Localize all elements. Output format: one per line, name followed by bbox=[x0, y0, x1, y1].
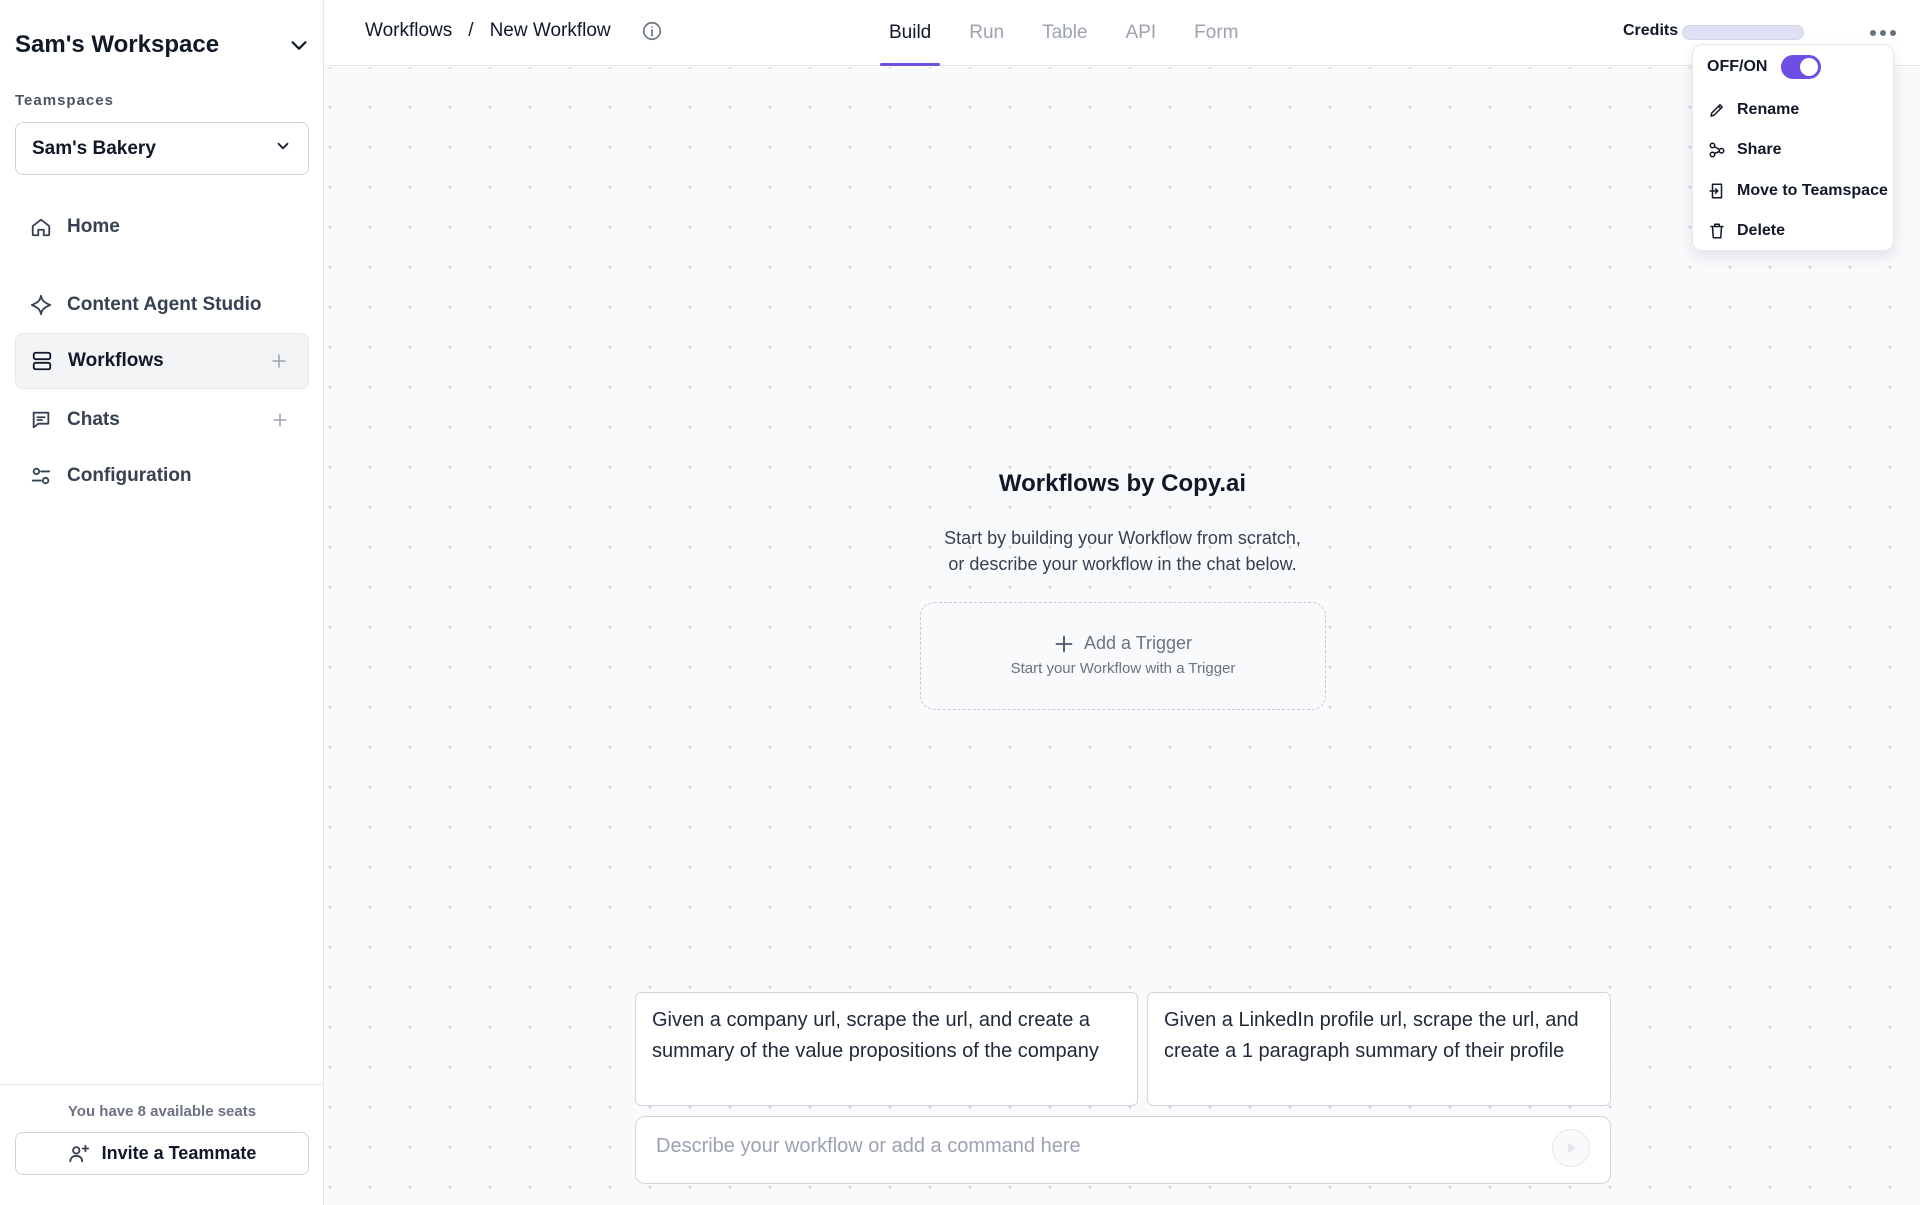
more-horizontal-icon bbox=[1870, 30, 1896, 36]
menu-item-share[interactable]: Share bbox=[1707, 137, 1781, 163]
sidebar-item-chats[interactable]: Chats bbox=[15, 392, 309, 448]
workspace-title: Sam's Workspace bbox=[15, 31, 220, 58]
add-trigger-label: Add a Trigger bbox=[1083, 633, 1193, 653]
move-icon bbox=[1707, 182, 1727, 200]
sparkle-icon bbox=[29, 293, 53, 317]
pencil-icon bbox=[1707, 101, 1727, 119]
menu-item-rename[interactable]: Rename bbox=[1707, 97, 1799, 123]
breadcrumb-separator: / bbox=[468, 20, 474, 41]
chat-icon bbox=[29, 408, 53, 432]
teamspaces-label: Teamspaces bbox=[15, 92, 114, 109]
breadcrumb-new-workflow: New Workflow bbox=[489, 20, 611, 41]
workflow-prompt-input[interactable] bbox=[656, 1131, 1536, 1161]
home-icon bbox=[29, 215, 53, 239]
teamspace-selected: Sam's Bakery bbox=[32, 137, 156, 159]
sidebar-item-home[interactable]: Home bbox=[15, 199, 309, 255]
menu-item-move-to-teamspace[interactable]: Move to Teamspace bbox=[1707, 178, 1888, 204]
info-icon[interactable] bbox=[641, 20, 663, 42]
chevron-down-icon bbox=[274, 137, 292, 161]
sidebar-item-label: Content Agent Studio bbox=[67, 294, 262, 315]
tab-form[interactable]: Form bbox=[1185, 0, 1247, 66]
send-icon bbox=[1568, 1142, 1577, 1154]
teamspace-select[interactable]: Sam's Bakery bbox=[15, 122, 309, 175]
menu-item-label: Delete bbox=[1737, 222, 1786, 239]
workflow-canvas[interactable]: Workflows by Copy.ai Start by building y… bbox=[325, 67, 1920, 1205]
sidebar-item-content-agent-studio[interactable]: Content Agent Studio bbox=[15, 277, 309, 333]
off-on-toggle-row: OFF/ON bbox=[1707, 55, 1822, 79]
off-on-label: OFF/ON bbox=[1707, 58, 1768, 75]
credits-bar bbox=[1682, 25, 1804, 40]
menu-item-label: Share bbox=[1737, 141, 1782, 158]
suggestion-card[interactable]: Given a LinkedIn profile url, scrape the… bbox=[1147, 992, 1611, 1106]
workflow-options-menu: OFF/ON Rename Share Move to Teamspace De… bbox=[1692, 44, 1894, 251]
tab-api[interactable]: API bbox=[1117, 0, 1166, 66]
canvas-subtitle-line-1: Start by building your Workflow from scr… bbox=[944, 528, 1301, 548]
sidebar-item-workflows[interactable]: Workflows bbox=[15, 333, 309, 389]
sidebar-item-label: Workflows bbox=[68, 350, 164, 371]
tab-bar: Build Run Table API Form bbox=[880, 0, 1267, 66]
tab-run[interactable]: Run bbox=[960, 0, 1013, 66]
plus-icon bbox=[1054, 634, 1074, 654]
share-icon bbox=[1707, 141, 1727, 159]
sidebar-item-configuration[interactable]: Configuration bbox=[15, 448, 309, 504]
credits-label: Credits bbox=[1623, 22, 1679, 39]
suggestion-card[interactable]: Given a company url, scrape the url, and… bbox=[635, 992, 1138, 1106]
prompt-box bbox=[635, 1116, 1611, 1184]
invite-teammate-button[interactable]: Invite a Teammate bbox=[15, 1132, 309, 1175]
sidebar-item-label: Home bbox=[67, 216, 120, 237]
add-trigger-button[interactable]: Add a Trigger Start your Workflow with a… bbox=[920, 602, 1326, 710]
seats-text: You have 8 available seats bbox=[67, 1103, 257, 1120]
more-options-button[interactable] bbox=[1865, 20, 1901, 46]
sidebar: Sam's Workspace Teamspaces Sam's Bakery … bbox=[0, 0, 324, 1205]
breadcrumb: Workflows / New Workflow bbox=[365, 20, 663, 42]
canvas-subtitle: Start by building your Workflow from scr… bbox=[325, 525, 1920, 577]
menu-item-label: Rename bbox=[1737, 101, 1800, 118]
menu-item-label: Move to Teamspace bbox=[1737, 182, 1888, 199]
breadcrumb-workflows[interactable]: Workflows bbox=[365, 20, 452, 42]
canvas-title: Workflows by Copy.ai bbox=[998, 470, 1247, 497]
workflow-icon bbox=[30, 349, 54, 373]
add-user-icon bbox=[68, 1143, 90, 1165]
add-workflow-icon[interactable] bbox=[270, 352, 288, 370]
top-bar: Workflows / New Workflow Build Run Table… bbox=[325, 0, 1920, 66]
add-trigger-sublabel: Start your Workflow with a Trigger bbox=[1010, 660, 1236, 677]
chevron-down-icon bbox=[288, 34, 310, 56]
menu-item-delete[interactable]: Delete bbox=[1707, 218, 1785, 244]
sidebar-footer: You have 8 available seats Invite a Team… bbox=[0, 1084, 324, 1205]
trash-icon bbox=[1707, 222, 1727, 240]
canvas-subtitle-line-2: or describe your workflow in the chat be… bbox=[948, 554, 1297, 574]
sidebar-item-label: Configuration bbox=[67, 465, 192, 486]
tab-build[interactable]: Build bbox=[880, 0, 941, 66]
tab-table[interactable]: Table bbox=[1033, 0, 1096, 66]
add-chat-icon[interactable] bbox=[271, 411, 289, 429]
off-on-toggle[interactable] bbox=[1781, 55, 1822, 79]
send-button[interactable] bbox=[1552, 1129, 1590, 1167]
sidebar-item-label: Chats bbox=[67, 409, 120, 430]
sliders-icon bbox=[29, 464, 53, 488]
invite-teammate-label: Invite a Teammate bbox=[101, 1143, 257, 1163]
workspace-switcher[interactable]: Sam's Workspace bbox=[15, 28, 310, 62]
